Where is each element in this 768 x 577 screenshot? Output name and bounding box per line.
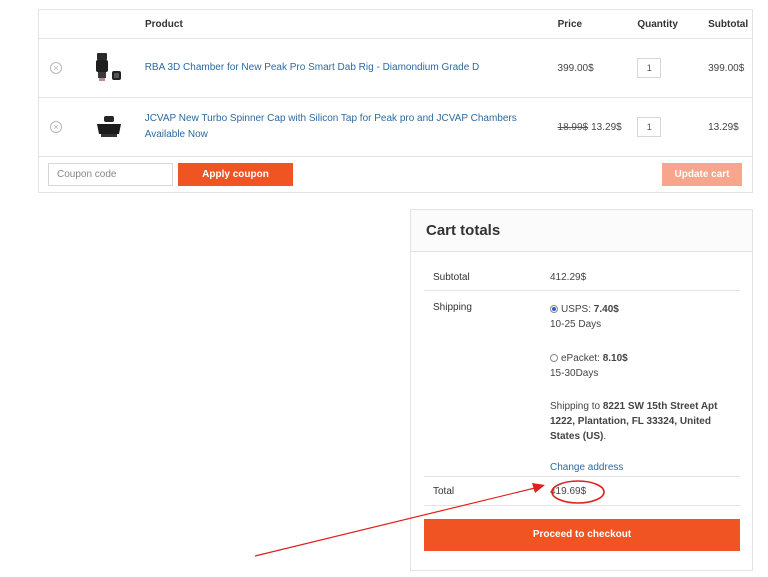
product-link[interactable]: RBA 3D Chamber for New Peak Pro Smart Da…: [145, 62, 480, 73]
total-value: 419.69$: [550, 485, 587, 497]
product-subtotal: 13.29$: [708, 121, 739, 133]
usps-label: USPS:: [561, 304, 594, 315]
product-thumbnail[interactable]: [73, 112, 145, 142]
cart-table-header: Product Price Quantity Subtotal: [39, 10, 752, 39]
original-price: 18.99$: [557, 121, 589, 133]
radio-unchecked-icon[interactable]: [550, 354, 558, 362]
epacket-label: ePacket:: [561, 353, 603, 364]
table-row: × JCVAP New Turbo Spinner Cap with Silic…: [39, 98, 752, 157]
header-subtotal: Subtotal: [708, 18, 749, 30]
product-price: 18.99$ 13.29$: [558, 122, 638, 133]
subtotal-value: 412.29$: [550, 271, 587, 283]
quantity-input[interactable]: 1: [637, 58, 662, 78]
radio-checked-icon[interactable]: [550, 305, 558, 313]
totals-subtotal-row: Subtotal 412.29$: [424, 264, 740, 291]
shipping-label: Shipping: [433, 302, 472, 313]
apply-coupon-button[interactable]: Apply coupon: [178, 163, 293, 186]
cart-actions: Coupon code Apply coupon Update cart: [39, 157, 752, 192]
remove-item-icon[interactable]: ×: [49, 62, 62, 74]
epacket-days: 15-30Days: [550, 368, 599, 379]
coupon-input[interactable]: Coupon code: [48, 163, 173, 186]
update-cart-button[interactable]: Update cart: [662, 163, 742, 186]
header-price: Price: [557, 18, 583, 30]
product-subtotal: 399.00$: [708, 62, 745, 74]
shipping-option-epacket[interactable]: ePacket: 8.10$: [550, 351, 740, 366]
usps-price: 7.40$: [593, 304, 619, 315]
totals-total-row: Total 419.69$: [424, 477, 740, 506]
header-product: Product: [145, 18, 183, 30]
table-row: × RBA 3D Chamber for New Peak Pro Smart …: [39, 39, 752, 98]
quantity-input[interactable]: 1: [637, 117, 662, 137]
shipping-address-period: .: [603, 431, 607, 442]
shipping-address: Shipping to 8221 SW 15th Street Apt 1222…: [550, 399, 740, 444]
product-thumbnail[interactable]: [73, 50, 145, 86]
change-address-link[interactable]: Change address: [550, 462, 740, 473]
total-label: Total: [433, 485, 455, 497]
header-quantity: Quantity: [637, 18, 678, 30]
subtotal-label: Subtotal: [433, 271, 470, 283]
shipping-to-label: Shipping to: [550, 401, 603, 412]
cart-totals-title: Cart totals: [411, 210, 752, 252]
totals-shipping-row: Shipping USPS: 7.40$ 10-25 Days ePacket:…: [424, 291, 740, 477]
shipping-option-usps[interactable]: USPS: 7.40$: [550, 302, 740, 317]
epacket-price: 8.10$: [602, 353, 628, 364]
usps-days: 10-25 Days: [550, 319, 602, 330]
remove-item-icon[interactable]: ×: [49, 121, 62, 133]
sale-price: 13.29$: [591, 121, 622, 133]
product-price: 399.00$: [557, 62, 594, 74]
proceed-to-checkout-button[interactable]: Proceed to checkout: [424, 519, 740, 551]
product-link[interactable]: JCVAP New Turbo Spinner Cap with Silicon…: [145, 113, 517, 140]
cart-table: Product Price Quantity Subtotal × RBA 3D…: [38, 9, 753, 193]
cart-totals: Cart totals Subtotal 412.29$ Shipping US…: [410, 209, 753, 571]
